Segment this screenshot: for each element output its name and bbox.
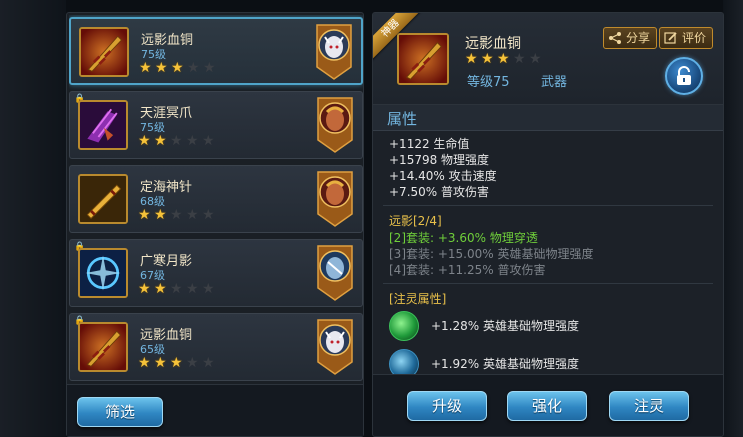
green-spirit-icon: [389, 311, 419, 341]
unlock-toggle-button[interactable]: [665, 57, 703, 95]
equipment-detail-panel: 神器 远影血铜 ★ ★ ★ ★ ★ 等级75 武器 分享 评价 属性 +1122…: [372, 12, 724, 437]
equipment-list[interactable]: 远影血铜 75级 ★ ★ ★ ★ ★ 🔒 天涯冥爪 75级 ★ ★ ★ ★ ★ …: [69, 15, 363, 385]
flaming-sword-icon: [78, 322, 128, 372]
star-rating: ★ ★ ★ ★ ★: [138, 281, 215, 297]
review-button[interactable]: 评价: [659, 27, 714, 49]
section-divider: [383, 283, 713, 284]
star-empty-icon: ★: [186, 355, 199, 371]
set-bonus-active: [2]套装: +3.60% 物理穿透: [389, 231, 538, 245]
star-empty-icon: ★: [203, 60, 216, 76]
star-empty-icon: ★: [529, 51, 542, 67]
star-empty-icon: ★: [170, 207, 183, 223]
star-empty-icon: ★: [202, 355, 215, 371]
equipment-item-selected[interactable]: 远影血铜 75级 ★ ★ ★ ★ ★: [69, 17, 363, 85]
star-rating: ★ ★ ★ ★ ★: [139, 60, 216, 76]
star-empty-icon: ★: [170, 281, 183, 297]
star-filled-icon: ★: [170, 355, 183, 371]
set-title: 远影[2/4]: [389, 214, 442, 228]
star-filled-icon: ★: [154, 281, 167, 297]
moon-ice-icon: [78, 248, 128, 298]
detail-item-type: 武器: [541, 75, 568, 90]
share-icon: [609, 32, 621, 44]
star-empty-icon: ★: [513, 51, 526, 67]
star-filled-icon: ★: [154, 207, 167, 223]
hero-portrait-badge: [316, 318, 354, 376]
star-filled-icon: ★: [154, 355, 167, 371]
filter-button[interactable]: 筛选: [77, 397, 163, 427]
flaming-sword-icon: [79, 27, 129, 77]
detail-item-name: 远影血铜: [465, 36, 521, 52]
star-rating: ★ ★ ★ ★ ★: [138, 133, 215, 149]
star-filled-icon: ★: [465, 51, 478, 67]
infuse-button[interactable]: 注灵: [609, 391, 689, 421]
edit-icon: [664, 32, 677, 44]
star-empty-icon: ★: [186, 133, 199, 149]
star-filled-icon: ★: [138, 355, 151, 371]
detail-star-rating: ★ ★ ★ ★ ★: [465, 51, 542, 67]
star-filled-icon: ★: [481, 51, 494, 67]
share-button[interactable]: 分享: [603, 27, 658, 49]
star-filled-icon: ★: [497, 51, 510, 67]
spirit-line: +1.28% 英雄基础物理强度: [431, 319, 579, 333]
action-bar: 升级 强化 注灵: [373, 374, 723, 436]
unlock-icon: [677, 66, 691, 85]
star-empty-icon: ★: [186, 207, 199, 223]
star-empty-icon: ★: [202, 207, 215, 223]
section-divider: [383, 205, 713, 206]
upgrade-button[interactable]: 升级: [407, 391, 487, 421]
equipment-item[interactable]: 🔒 广寒月影 67级 ★ ★ ★ ★ ★: [69, 239, 363, 307]
equipment-item[interactable]: 🔒 天涯冥爪 75级 ★ ★ ★ ★ ★: [69, 91, 363, 159]
star-empty-icon: ★: [186, 281, 199, 297]
attributes-section-header: 属性: [373, 105, 723, 131]
attribute-line: +7.50% 普攻伤害: [389, 185, 489, 199]
equipment-item[interactable]: 🔒 远影血铜 65级 ★ ★ ★ ★ ★: [69, 313, 363, 381]
enhance-button[interactable]: 强化: [507, 391, 587, 421]
star-rating: ★ ★ ★ ★ ★: [138, 207, 215, 223]
star-filled-icon: ★: [138, 133, 151, 149]
list-bottom-bar: 筛选: [67, 384, 363, 436]
equipment-item[interactable]: 定海神针 68级 ★ ★ ★ ★ ★: [69, 165, 363, 233]
attribute-line: +15798 物理强度: [389, 153, 490, 167]
equipment-list-panel: 远影血铜 75级 ★ ★ ★ ★ ★ 🔒 天涯冥爪 75级 ★ ★ ★ ★ ★ …: [66, 12, 364, 437]
set-bonus-inactive: [3]套装: +15.00% 英雄基础物理强度: [389, 247, 594, 261]
left-background-strip: [0, 0, 66, 437]
star-empty-icon: ★: [187, 60, 200, 76]
attributes-title: 属性: [387, 110, 418, 128]
attribute-line: +14.40% 攻击速度: [389, 169, 497, 183]
purple-claw-icon: [78, 100, 128, 150]
review-label: 评价: [682, 31, 707, 45]
golden-staff-icon: [78, 174, 128, 224]
detail-item-level: 等级75: [467, 75, 510, 90]
star-filled-icon: ★: [138, 281, 151, 297]
star-empty-icon: ★: [202, 281, 215, 297]
star-filled-icon: ★: [155, 60, 168, 76]
hero-portrait-badge: [316, 244, 354, 302]
share-label: 分享: [626, 31, 651, 45]
star-filled-icon: ★: [139, 60, 152, 76]
hero-portrait-badge: [316, 170, 354, 228]
attribute-line: +1122 生命值: [389, 137, 470, 151]
spirit-line: +1.92% 英雄基础物理强度: [431, 357, 579, 371]
star-filled-icon: ★: [154, 133, 167, 149]
flaming-sword-icon: [397, 33, 449, 85]
star-filled-icon: ★: [171, 60, 184, 76]
set-bonus-inactive: [4]套装: +11.25% 普攻伤害: [389, 263, 546, 277]
star-empty-icon: ★: [170, 133, 183, 149]
spirit-title: [注灵属性]: [389, 292, 447, 306]
star-rating: ★ ★ ★ ★ ★: [138, 355, 215, 371]
star-filled-icon: ★: [138, 207, 151, 223]
right-background-strip: [723, 0, 743, 437]
star-empty-icon: ★: [202, 133, 215, 149]
hero-portrait-badge: [316, 96, 354, 154]
hero-portrait-badge: [315, 23, 353, 81]
detail-header: 神器 远影血铜 ★ ★ ★ ★ ★ 等级75 武器 分享 评价: [373, 13, 723, 105]
